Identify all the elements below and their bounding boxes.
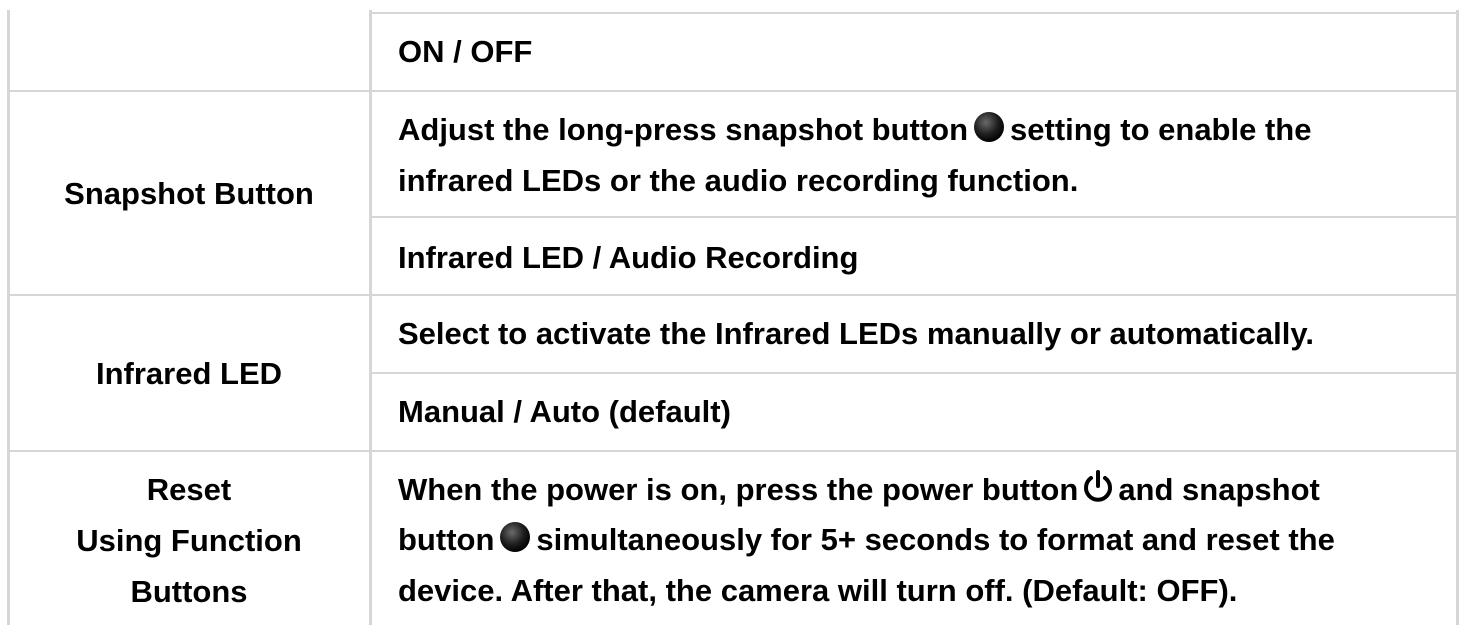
power-icon <box>1084 470 1113 502</box>
infrared-options: Manual / Auto (default) <box>398 394 731 429</box>
row-divider <box>7 450 1459 452</box>
reset-desc-text: and snapshot <box>1118 472 1320 507</box>
onoff-value: ON / OFF <box>398 34 533 69</box>
infrared-led-label: Infrared LED <box>9 348 369 399</box>
reset-label-line: Using Function <box>76 523 302 558</box>
table-border-top <box>369 12 1459 14</box>
snapshot-desc-text: setting to enable the <box>1010 112 1312 147</box>
snapshot-button-label-text: Snapshot Button <box>64 176 314 211</box>
infrared-description: Select to activate the Infrared LEDs man… <box>398 316 1314 351</box>
reset-description-line1: When the power is on, press the power bu… <box>398 464 1320 515</box>
snapshot-button-label: Snapshot Button <box>9 168 369 219</box>
reset-label: Reset Using Function Buttons <box>9 464 369 617</box>
row-divider <box>7 294 1459 296</box>
row-divider <box>7 90 1459 92</box>
snapshot-description-line1: Adjust the long-press snapshot button set… <box>398 104 1311 155</box>
reset-label-line: Reset <box>146 472 232 507</box>
snapshot-description-line2: infrared LEDs or the audio recording fun… <box>398 163 1079 198</box>
table-border-right <box>1456 10 1459 625</box>
reset-label-line: Buttons <box>130 574 248 609</box>
infrared-led-label-text: Infrared LED <box>95 356 283 391</box>
snapshot-desc-text: Adjust the long-press snapshot button <box>398 112 969 147</box>
reset-description-line2: button simultaneously for 5+ seconds to f… <box>398 514 1335 565</box>
snapshot-options: Infrared LED / Audio Recording <box>398 240 859 275</box>
table-column-divider <box>369 10 372 625</box>
reset-desc-text: When the power is on, press the power bu… <box>398 472 1079 507</box>
reset-desc-text: simultaneously for 5+ seconds to format … <box>536 522 1335 557</box>
settings-table: ON / OFF Snapshot Button Adjust the long… <box>0 0 1465 625</box>
snapshot-button-icon <box>974 112 1005 142</box>
reset-description-line3: device. After that, the camera will turn… <box>398 573 1238 608</box>
row-divider <box>369 372 1459 374</box>
snapshot-button-icon <box>500 522 531 552</box>
reset-desc-text: button <box>398 522 495 557</box>
row-divider <box>369 216 1459 218</box>
